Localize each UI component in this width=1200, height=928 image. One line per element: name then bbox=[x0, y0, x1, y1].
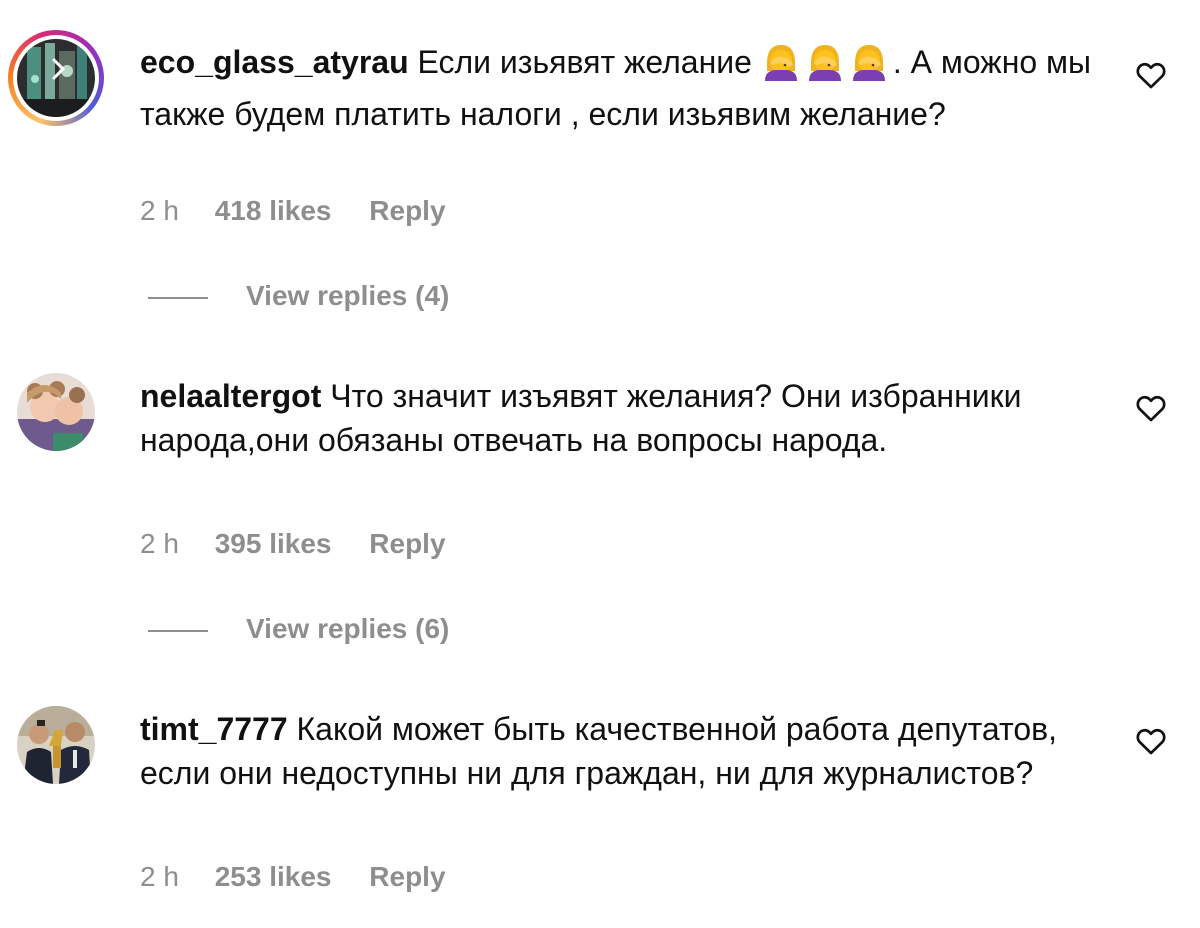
comment-username[interactable]: eco_glass_atyrau bbox=[140, 44, 409, 80]
avatar-story-ring[interactable] bbox=[8, 30, 104, 126]
view-replies-button[interactable]: View replies (4) bbox=[148, 279, 449, 313]
comment-body: timt_7777 Какой может быть качественной … bbox=[140, 707, 1100, 795]
reply-button[interactable]: Reply bbox=[369, 861, 445, 892]
heart-icon[interactable] bbox=[1134, 58, 1168, 92]
comment-username[interactable]: nelaaltergot bbox=[140, 378, 321, 414]
avatar[interactable] bbox=[17, 373, 95, 451]
avatar[interactable] bbox=[17, 706, 95, 784]
view-replies-label: View replies (6) bbox=[246, 613, 450, 644]
comment-body: nelaaltergot Что значит изъявят желания?… bbox=[140, 374, 1100, 462]
comment-meta: 2 h 253 likes Reply bbox=[140, 860, 446, 894]
heart-icon[interactable] bbox=[1134, 724, 1168, 758]
comment-meta: 2 h 395 likes Reply bbox=[140, 527, 446, 561]
heart-icon[interactable] bbox=[1134, 391, 1168, 425]
emoji-group bbox=[761, 41, 893, 92]
reply-button[interactable]: Reply bbox=[369, 528, 445, 559]
likes-count[interactable]: 395 likes bbox=[215, 528, 332, 559]
avatar-image bbox=[17, 373, 95, 451]
woman-facepalming-emoji-icon bbox=[764, 45, 797, 81]
comment-time: 2 h bbox=[140, 861, 179, 892]
likes-count[interactable]: 253 likes bbox=[215, 861, 332, 892]
view-replies-label: View replies (4) bbox=[246, 280, 450, 311]
comment-time: 2 h bbox=[140, 195, 179, 226]
woman-facepalming-emoji-icon bbox=[808, 45, 841, 81]
likes-count[interactable]: 418 likes bbox=[215, 195, 332, 226]
avatar bbox=[17, 39, 95, 117]
comment-time: 2 h bbox=[140, 528, 179, 559]
comment-text: Если изьявят желание bbox=[417, 44, 752, 80]
comment-username[interactable]: timt_7777 bbox=[140, 711, 288, 747]
divider-line bbox=[148, 296, 208, 299]
view-replies-button[interactable]: View replies (6) bbox=[148, 612, 449, 646]
reply-button[interactable]: Reply bbox=[369, 195, 445, 226]
avatar-image bbox=[17, 706, 95, 784]
comment-meta: 2 h 418 likes Reply bbox=[140, 194, 446, 228]
woman-facepalming-emoji-icon bbox=[852, 45, 885, 81]
divider-line bbox=[148, 629, 208, 632]
comment-body: eco_glass_atyrau Если изьявят желание . … bbox=[140, 40, 1100, 136]
avatar-image bbox=[17, 39, 95, 117]
